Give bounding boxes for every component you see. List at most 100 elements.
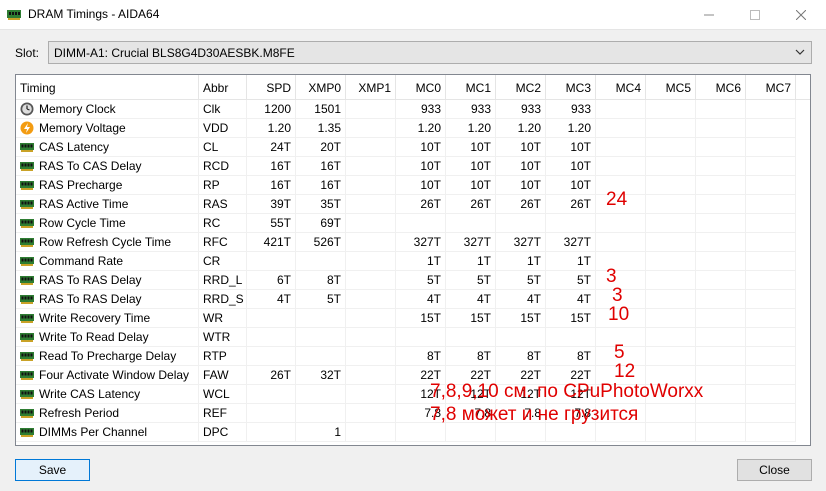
spd-cell: 39T	[247, 195, 296, 214]
mc7-cell	[746, 271, 796, 290]
abbr-cell: WCL	[199, 385, 247, 404]
mc2-cell: 327T	[496, 233, 546, 252]
slot-dropdown[interactable]: DIMM-A1: Crucial BLS8G4D30AESBK.M8FE	[48, 41, 812, 64]
table-row[interactable]: Row Refresh Cycle Time RFC 421T 526T 327T 327…	[16, 233, 810, 252]
annotation-24: 24	[606, 189, 628, 210]
column-header-xmp1[interactable]: XMP1	[346, 75, 396, 99]
table-row[interactable]: RAS Active Time RAS 39T 35T 26T 26T 26T 26T	[16, 195, 810, 214]
mc2-cell: 10T	[496, 138, 546, 157]
timing-name-cell: RAS Precharge	[16, 176, 199, 195]
xmp1-cell	[346, 157, 396, 176]
maximize-button[interactable]	[732, 0, 778, 30]
mc5-cell	[646, 328, 696, 347]
table-row[interactable]: Write To Read Delay WTR	[16, 328, 810, 347]
grid-header: Timing Abbr SPD XMP0 XMP1 MC0 MC1 MC2 MC3 MC4 MC5 M…	[16, 75, 810, 100]
ram-module-icon	[20, 406, 34, 420]
mc5-cell	[646, 233, 696, 252]
mc3-cell: 1T	[546, 252, 596, 271]
timing-name-cell: Row Refresh Cycle Time	[16, 233, 199, 252]
table-row[interactable]: RAS To CAS Delay RCD 16T 16T 10T 10T 10T 10T	[16, 157, 810, 176]
table-row[interactable]: Command Rate CR 1T 1T 1T 1T	[16, 252, 810, 271]
xmp1-cell	[346, 271, 396, 290]
mc7-cell	[746, 404, 796, 423]
mc0-cell: 10T	[396, 138, 446, 157]
table-row[interactable]: Write Recovery Time WR 15T 15T 15T 15T	[16, 309, 810, 328]
mc4-cell	[596, 119, 646, 138]
mc5-cell	[646, 252, 696, 271]
close-window-button[interactable]	[778, 0, 824, 30]
timing-name-cell: RAS To RAS Delay	[16, 290, 199, 309]
table-row[interactable]: Read To Precharge Delay RTP 8T 8T 8T 8T	[16, 347, 810, 366]
mc5-cell	[646, 290, 696, 309]
mc4-cell	[596, 233, 646, 252]
table-row[interactable]: Refresh Period REF 7.8 7.8 7.8 7.8	[16, 404, 810, 423]
abbr-cell: CL	[199, 138, 247, 157]
save-button[interactable]: Save	[15, 459, 90, 481]
spd-cell	[247, 404, 296, 423]
ram-module-icon	[20, 425, 34, 439]
table-row[interactable]: Row Cycle Time RC 55T 69T	[16, 214, 810, 233]
table-row[interactable]: RAS Precharge RP 16T 16T 10T 10T 10T 10T	[16, 176, 810, 195]
timing-name-cell: Memory Voltage	[16, 119, 199, 138]
column-header-mc1[interactable]: MC1	[446, 75, 496, 99]
close-button[interactable]: Close	[737, 459, 812, 481]
column-header-mc5[interactable]: MC5	[646, 75, 696, 99]
mc3-cell: 15T	[546, 309, 596, 328]
clock-icon	[20, 102, 34, 116]
timing-name-cell: Command Rate	[16, 252, 199, 271]
mc7-cell	[746, 119, 796, 138]
mc6-cell	[696, 195, 746, 214]
mc2-cell: 10T	[496, 176, 546, 195]
mc2-cell: 1T	[496, 252, 546, 271]
mc1-cell: 4T	[446, 290, 496, 309]
abbr-cell: VDD	[199, 119, 247, 138]
xmp0-cell: 1.35	[296, 119, 346, 138]
table-row[interactable]: Memory Voltage VDD 1.20 1.35 1.20 1.20 1.20 1.2…	[16, 119, 810, 138]
abbr-cell: RFC	[199, 233, 247, 252]
ram-module-icon	[20, 140, 34, 154]
abbr-cell: RP	[199, 176, 247, 195]
timing-name-cell: Memory Clock	[16, 100, 199, 119]
column-header-mc7[interactable]: MC7	[746, 75, 796, 99]
spd-cell	[247, 309, 296, 328]
column-header-mc3[interactable]: MC3	[546, 75, 596, 99]
column-header-abbr[interactable]: Abbr	[199, 75, 247, 99]
timing-name-cell: Write Recovery Time	[16, 309, 199, 328]
xmp0-cell	[296, 309, 346, 328]
column-header-mc2[interactable]: MC2	[496, 75, 546, 99]
timing-label: Write Recovery Time	[39, 311, 151, 325]
column-header-mc0[interactable]: MC0	[396, 75, 446, 99]
spd-cell: 24T	[247, 138, 296, 157]
mc0-cell: 1.20	[396, 119, 446, 138]
xmp1-cell	[346, 214, 396, 233]
mc6-cell	[696, 100, 746, 119]
ram-module-icon	[20, 216, 34, 230]
column-header-spd[interactable]: SPD	[247, 75, 296, 99]
mc1-cell: 15T	[446, 309, 496, 328]
mc4-cell	[596, 138, 646, 157]
timing-name-cell: Refresh Period	[16, 404, 199, 423]
mc0-cell: 933	[396, 100, 446, 119]
table-row[interactable]: RAS To RAS Delay RRD_S 4T 5T 4T 4T 4T 4T	[16, 290, 810, 309]
spd-cell: 16T	[247, 157, 296, 176]
column-header-xmp0[interactable]: XMP0	[296, 75, 346, 99]
table-row[interactable]: RAS To RAS Delay RRD_L 6T 8T 5T 5T 5T 5T	[16, 271, 810, 290]
table-row[interactable]: Memory Clock Clk 1200 1501 933 933 933 933	[16, 100, 810, 119]
table-row[interactable]: CAS Latency CL 24T 20T 10T 10T 10T 10T	[16, 138, 810, 157]
column-header-mc6[interactable]: MC6	[696, 75, 746, 99]
abbr-cell: RAS	[199, 195, 247, 214]
ram-module-icon	[20, 254, 34, 268]
mc6-cell	[696, 328, 746, 347]
column-header-timing[interactable]: Timing	[16, 75, 199, 99]
minimize-button[interactable]	[686, 0, 732, 30]
abbr-cell: WTR	[199, 328, 247, 347]
mc5-cell	[646, 309, 696, 328]
ram-module-icon	[20, 273, 34, 287]
xmp0-cell: 8T	[296, 271, 346, 290]
mc7-cell	[746, 385, 796, 404]
column-header-mc4[interactable]: MC4	[596, 75, 646, 99]
table-row[interactable]: DIMMs Per Channel DPC 1	[16, 423, 810, 442]
mc6-cell	[696, 423, 746, 442]
mc0-cell: 1T	[396, 252, 446, 271]
timing-label: RAS Precharge	[39, 178, 123, 192]
